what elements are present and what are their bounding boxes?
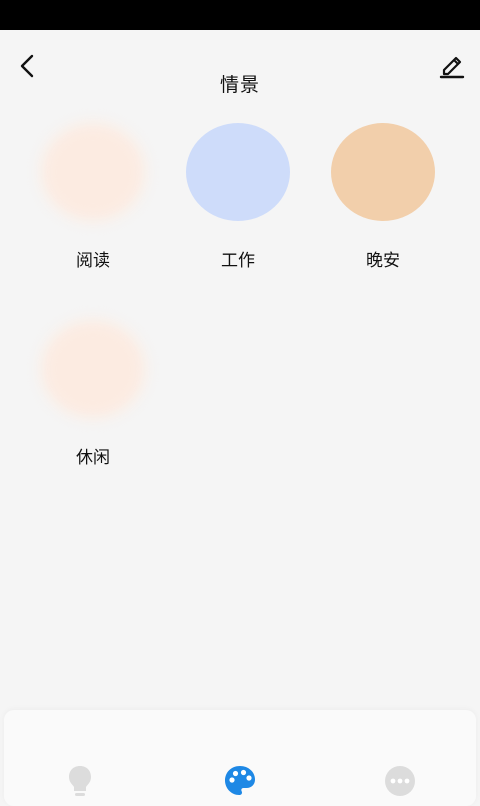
scene-color-circle — [186, 123, 290, 221]
scene-label: 工作 — [221, 251, 255, 271]
scene-label: 休闲 — [76, 448, 110, 468]
scene-card-work[interactable]: 工作 — [173, 118, 303, 278]
bottom-navigation — [4, 710, 476, 806]
more-dots-icon — [385, 766, 415, 796]
scene-color-circle — [41, 320, 145, 418]
scene-card-reading[interactable]: 阅读 — [28, 118, 158, 278]
lightbulb-icon — [69, 766, 91, 796]
page-title: 情景 — [219, 74, 260, 96]
scene-color-circle — [41, 123, 145, 221]
palette-icon — [225, 766, 255, 795]
scene-label: 阅读 — [76, 251, 110, 271]
status-bar — [0, 0, 480, 30]
scene-label: 晚安 — [366, 251, 400, 271]
header: 情景 — [0, 30, 480, 102]
nav-item-lights[interactable] — [58, 764, 102, 804]
scene-color-circle — [331, 123, 435, 221]
edit-button[interactable] — [436, 50, 468, 82]
scene-card-goodnight[interactable]: 晚安 — [318, 118, 448, 278]
scene-card-leisure[interactable]: 休闲 — [28, 315, 158, 475]
nav-item-more[interactable] — [378, 764, 422, 804]
nav-item-scenes[interactable] — [218, 764, 262, 804]
pencil-icon — [439, 56, 465, 79]
